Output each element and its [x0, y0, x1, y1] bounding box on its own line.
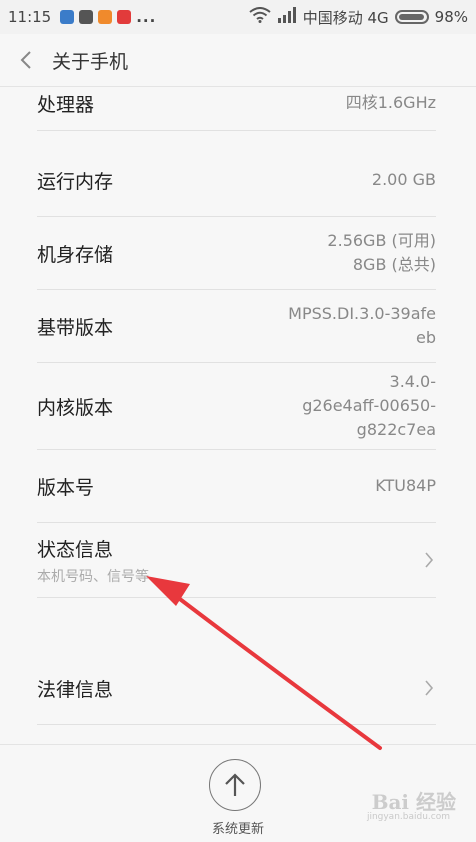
app-notification-icon-3: [98, 10, 113, 24]
row-label: 运行内存: [37, 170, 114, 193]
row-build-number: 版本号 KTU84P: [37, 450, 436, 523]
row-value: MPSS.DI.3.0-39afe eb: [288, 304, 436, 347]
battery-icon: [394, 10, 429, 24]
row-value: 四核1.6GHz: [345, 93, 436, 112]
row-ram: 运行内存 2.00 GB: [37, 144, 436, 217]
battery-percent: 98%: [434, 8, 468, 26]
page-title: 关于手机: [52, 50, 129, 73]
row-value: 2.56GB (可用) 8GB (总共): [327, 231, 436, 274]
app-notification-icon-2: [79, 10, 94, 24]
row-sublabel: 本机号码、信号等: [37, 568, 149, 585]
chevron-left-icon: [20, 51, 31, 69]
row-value: 2.00 GB: [371, 170, 436, 189]
app-notification-icon-1: [60, 10, 75, 24]
row-label: 法律信息: [37, 678, 114, 701]
row-value: 3.4.0- g26e4aff-00650- g822c7ea: [302, 372, 436, 439]
row-baseband: 基带版本 MPSS.DI.3.0-39afe eb: [37, 290, 436, 363]
baidu-watermark: Bai 经验: [371, 790, 456, 814]
more-notifications: ...: [136, 8, 157, 26]
row-status-info[interactable]: 状态信息 本机号码、信号等: [37, 523, 436, 598]
row-storage: 机身存储 2.56GB (可用) 8GB (总共): [37, 217, 436, 290]
row-label: 状态信息: [37, 538, 114, 561]
status-bar: 11:15 ... 中国移动 4G 98%: [0, 0, 476, 34]
signal-icon: [277, 7, 297, 27]
baidu-watermark-url: jingyan.baidu.com: [366, 812, 450, 822]
carrier-label: 中国移动 4G: [302, 8, 389, 27]
wifi-icon: [249, 7, 271, 27]
status-time: 11:15: [8, 8, 52, 26]
chevron-right-icon: [422, 678, 436, 698]
row-value: KTU84P: [375, 476, 436, 495]
row-kernel: 内核版本 3.4.0- g26e4aff-00650- g822c7ea: [37, 363, 436, 450]
row-label: 机身存储: [37, 243, 114, 266]
app-notification-icon-4: [117, 10, 132, 24]
system-update-button[interactable]: [209, 759, 261, 811]
status-info-text: 状态信息 本机号码、信号等: [37, 535, 149, 586]
row-processor: 处理器 四核1.6GHz: [37, 76, 436, 131]
row-label: 版本号: [37, 476, 95, 499]
chevron-right-icon: [422, 550, 436, 570]
row-label: 基带版本: [37, 316, 114, 339]
row-legal-info[interactable]: 法律信息: [37, 652, 436, 725]
arrow-up-icon: [225, 773, 245, 796]
row-label: 处理器: [37, 93, 95, 116]
row-label: 内核版本: [37, 396, 114, 419]
